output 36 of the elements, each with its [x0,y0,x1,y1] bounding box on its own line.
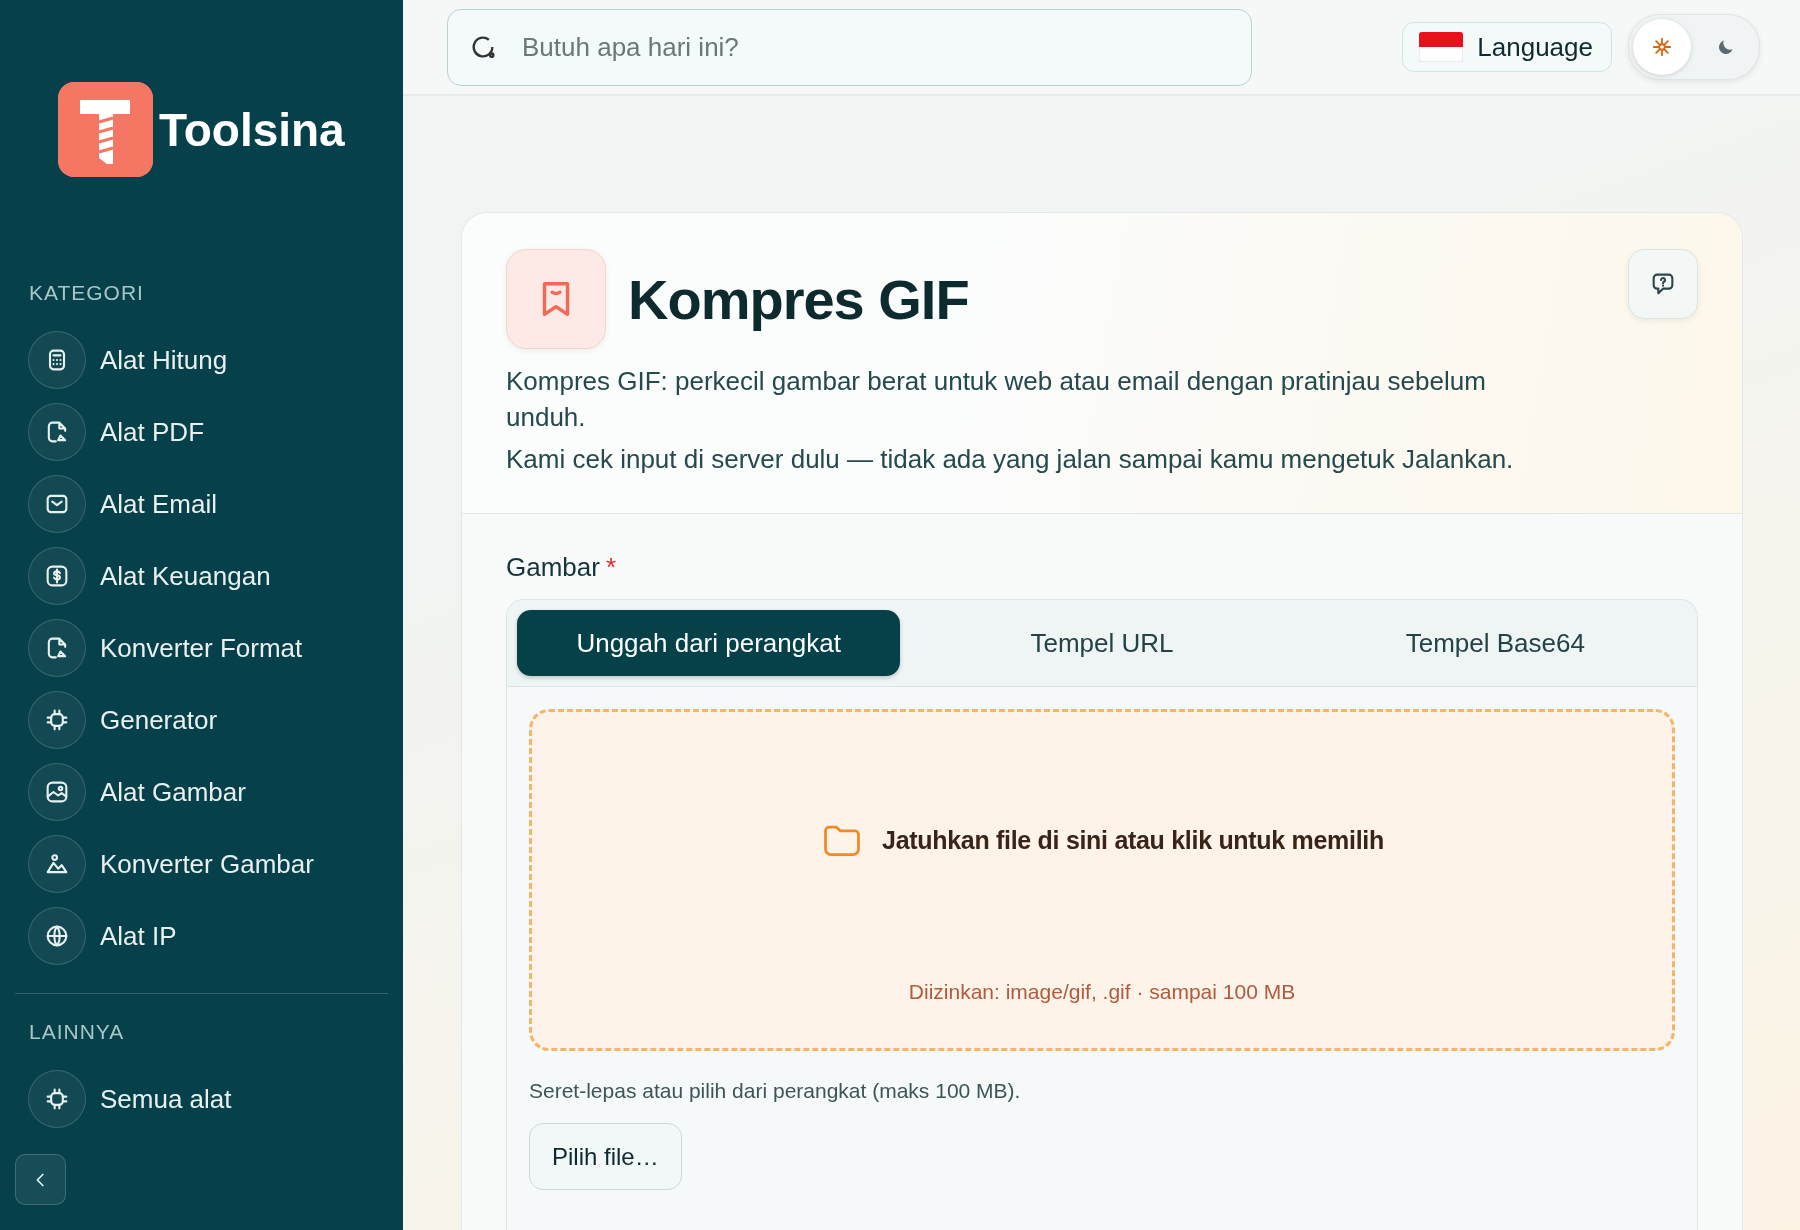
description-text: Kompres GIF: perkecil gambar berat untuk web atau email dengan pratinjau sebelum unduh. [506,365,1487,434]
sidebar-item[interactable]: Alat Hitung [15,331,388,389]
theme-option[interactable] [1633,19,1691,75]
sidebar-item[interactable]: Konverter Gambar [15,835,388,893]
drop-zone[interactable]: Jatuhkan file di sini atau klik untuk memilih Diizinkan: image/gif, .gif · sampai 100 MB [529,709,1675,1051]
sidebar-item[interactable]: Alat IP [15,907,388,965]
brand-name: Toolsina [159,102,345,157]
sidebar-item[interactable]: Alat PDF [15,403,388,461]
tool-title: Kompres GIF [628,266,969,332]
sidebar-item[interactable]: Generator [15,691,388,749]
allowed-types-text: Diizinkan: image/gif, .gif · sampai 100 MB [908,980,1296,1004]
sidebar-item[interactable]: Semua alat [15,1070,388,1128]
collapse-button[interactable] [15,1154,66,1205]
tool-icon [506,249,606,349]
required-mark: * [605,552,617,583]
language-button[interactable]: Language [1402,22,1612,72]
sidebar-item[interactable]: Konverter Format [15,619,388,677]
section-heading: KATEGORI [28,281,145,305]
drop-prompt: Jatuhkan file di sini atau klik untuk memilih [882,825,1384,855]
tab[interactable]: Tempel URL [910,610,1294,676]
hint-text: Seret-lepas atau pilih dari perangkat (maks 100 MB). [529,1079,1022,1103]
search-field[interactable]: Butuh apa hari ini? [447,8,1252,86]
help-button[interactable] [1628,249,1698,319]
tab[interactable]: Unggah dari perangkat [517,610,901,676]
description-text: Kami cek input di server dulu — tidak ada yang jalan sampai kamu mengetuk Jalankan. [506,443,1515,476]
tab[interactable]: Tempel Base64 [1303,610,1687,676]
sun-icon [1651,36,1673,58]
theme-toggle[interactable] [1628,14,1760,80]
sidebar-item[interactable]: Alat Gambar [15,763,388,821]
field-label: Gambar [506,552,600,583]
sidebar-item[interactable]: Alat Keuangan [15,547,388,605]
flag-icon [1419,32,1464,62]
section-heading: LAINNYA [28,1020,126,1044]
choose-file-button[interactable]: Pilih file… [529,1123,682,1190]
logo-icon [58,82,153,177]
sidebar-item[interactable]: Alat Email [15,475,388,533]
